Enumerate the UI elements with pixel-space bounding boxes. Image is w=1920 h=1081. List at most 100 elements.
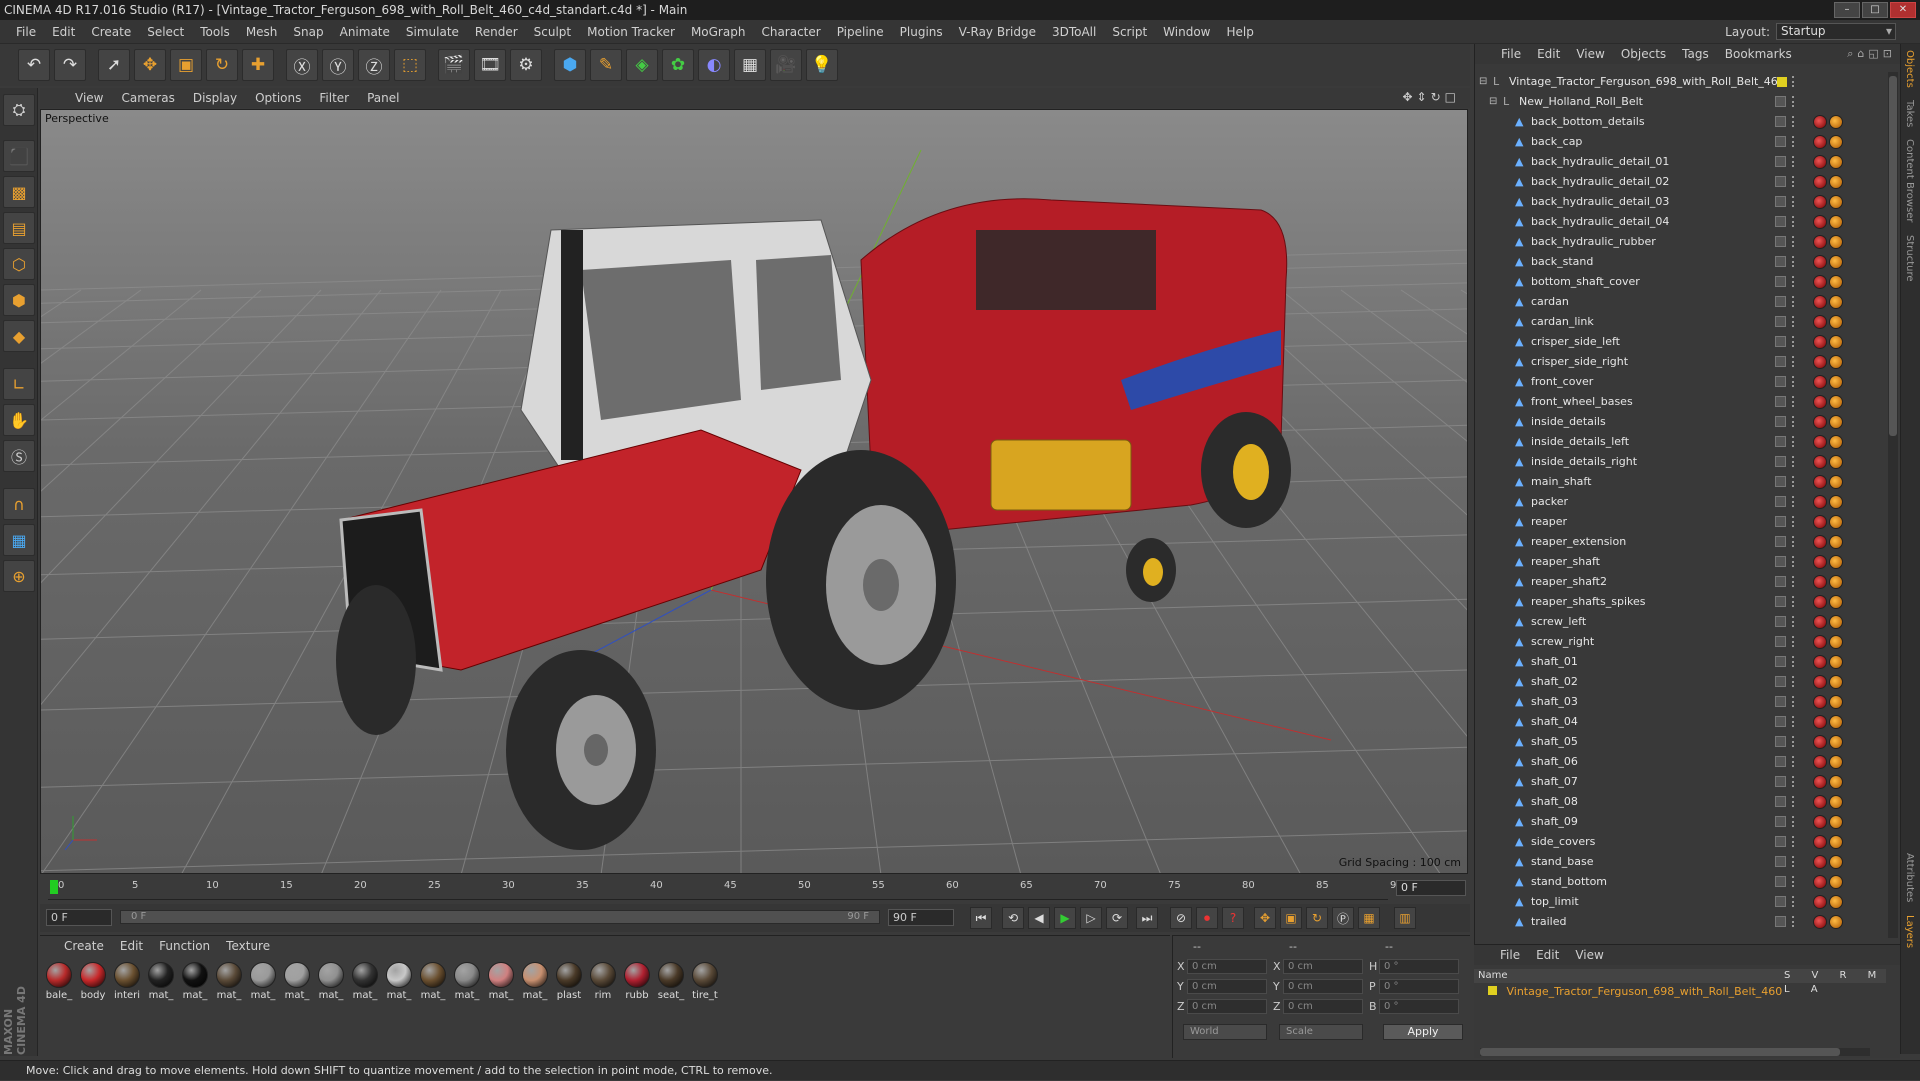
material-swatch[interactable]: rubb [622, 962, 652, 1001]
material-swatch[interactable]: seat_ [656, 962, 686, 1001]
tree-item-row[interactable]: ▲ back_hydraulic_detail_03 [1475, 192, 1887, 212]
object-menu-edit[interactable]: Edit [1529, 47, 1568, 61]
material-tag-icon[interactable] [1813, 335, 1827, 349]
side-tab-takes[interactable]: Takes [1901, 94, 1918, 133]
polygons-mode-icon[interactable]: ◆ [3, 320, 35, 352]
visibility-dots[interactable] [1792, 676, 1796, 687]
edit-check[interactable] [1775, 596, 1786, 607]
viewport-menu-filter[interactable]: Filter [310, 91, 358, 105]
menu-item-window[interactable]: Window [1155, 25, 1218, 39]
viewport-menu-cameras[interactable]: Cameras [112, 91, 183, 105]
edit-check[interactable] [1775, 896, 1786, 907]
material-swatch[interactable]: mat_ [350, 962, 380, 1001]
next-key-icon[interactable]: ⟳ [1106, 907, 1128, 929]
material-tag-icon[interactable] [1813, 795, 1827, 809]
x-axis-icon[interactable]: Ⓧ [286, 49, 318, 81]
material-swatch[interactable]: mat_ [180, 962, 210, 1001]
phong-tag-icon[interactable] [1829, 615, 1843, 629]
minimize-button[interactable]: – [1834, 2, 1860, 18]
object-menu-view[interactable]: View [1568, 47, 1612, 61]
visibility-dots[interactable] [1792, 236, 1796, 247]
visibility-dots[interactable] [1792, 616, 1796, 627]
material-tag-icon[interactable] [1813, 415, 1827, 429]
edit-check[interactable] [1775, 136, 1786, 147]
edit-check[interactable] [1775, 156, 1786, 167]
layer-menu-file[interactable]: File [1492, 948, 1528, 962]
workplane-icon[interactable]: ▤ [3, 212, 35, 244]
phong-tag-icon[interactable] [1829, 895, 1843, 909]
material-swatch[interactable]: mat_ [452, 962, 482, 1001]
tree-item-row[interactable]: ▲ shaft_02 [1475, 672, 1887, 692]
coordinate-system-icon[interactable]: ⬚ [394, 49, 426, 81]
phong-tag-icon[interactable] [1829, 455, 1843, 469]
phong-tag-icon[interactable] [1829, 435, 1843, 449]
rot-p-field[interactable]: 0 ° [1379, 979, 1459, 994]
start-frame-field[interactable]: 0 F [46, 909, 112, 926]
edit-check[interactable] [1775, 916, 1786, 927]
object-menu-objects[interactable]: Objects [1613, 47, 1674, 61]
viewport-menu-options[interactable]: Options [246, 91, 310, 105]
menu-item-sculpt[interactable]: Sculpt [526, 25, 579, 39]
phong-tag-icon[interactable] [1829, 915, 1843, 929]
layer-hscrollbar[interactable] [1480, 1048, 1870, 1056]
render-picture-viewer-icon[interactable]: 🎞 [474, 49, 506, 81]
phong-tag-icon[interactable] [1829, 555, 1843, 569]
size-x-field[interactable]: 0 cm [1283, 959, 1363, 974]
phong-tag-icon[interactable] [1829, 335, 1843, 349]
visibility-dots[interactable] [1792, 356, 1796, 367]
edit-check[interactable] [1775, 296, 1786, 307]
prev-key-icon[interactable]: ⟲ [1002, 907, 1024, 929]
phong-tag-icon[interactable] [1829, 315, 1843, 329]
phong-tag-icon[interactable] [1829, 735, 1843, 749]
material-tag-icon[interactable] [1813, 375, 1827, 389]
visibility-dots[interactable] [1792, 476, 1796, 487]
phong-tag-icon[interactable] [1829, 695, 1843, 709]
menu-item-animate[interactable]: Animate [332, 25, 398, 39]
timeline-window-icon[interactable]: ▥ [1394, 907, 1416, 929]
visibility-dots[interactable] [1792, 196, 1796, 207]
tree-item-row[interactable]: ▲ shaft_06 [1475, 752, 1887, 772]
edit-check[interactable] [1775, 316, 1786, 327]
side-tab-attributes[interactable]: Attributes [1901, 847, 1918, 908]
visibility-dots[interactable] [1792, 216, 1796, 227]
phong-tag-icon[interactable] [1829, 295, 1843, 309]
object-scrollbar[interactable] [1888, 72, 1898, 938]
tree-item-row[interactable]: ▲ reaper_shaft [1475, 552, 1887, 572]
menu-item-edit[interactable]: Edit [44, 25, 83, 39]
phong-tag-icon[interactable] [1829, 635, 1843, 649]
render-settings-icon[interactable]: ⚙ [510, 49, 542, 81]
visibility-dots[interactable] [1792, 816, 1796, 827]
cloner-icon[interactable]: ✿ [662, 49, 694, 81]
points-mode-icon[interactable]: ⬡ [3, 248, 35, 280]
phong-tag-icon[interactable] [1829, 355, 1843, 369]
visibility-dots[interactable] [1792, 416, 1796, 427]
phong-tag-icon[interactable] [1829, 195, 1843, 209]
material-swatch[interactable]: mat_ [248, 962, 278, 1001]
material-tag-icon[interactable] [1813, 235, 1827, 249]
collapse-icon[interactable]: ⊟ [1489, 92, 1497, 112]
pos-x-field[interactable]: 0 cm [1187, 959, 1267, 974]
material-swatch[interactable]: tire_t [690, 962, 720, 1001]
material-tag-icon[interactable] [1813, 275, 1827, 289]
visibility-dots[interactable] [1792, 76, 1796, 87]
tree-item-row[interactable]: ▲ back_bottom_details [1475, 112, 1887, 132]
phong-tag-icon[interactable] [1829, 375, 1843, 389]
visibility-dots[interactable] [1792, 396, 1796, 407]
record-keys-icon[interactable]: ⊘ [1170, 907, 1192, 929]
phong-tag-icon[interactable] [1829, 755, 1843, 769]
material-menu-edit[interactable]: Edit [112, 939, 151, 953]
material-tag-icon[interactable] [1813, 315, 1827, 329]
phong-tag-icon[interactable] [1829, 835, 1843, 849]
edit-check[interactable] [1775, 96, 1786, 107]
coord-system-dropdown[interactable]: World [1183, 1024, 1267, 1040]
menu-item-file[interactable]: File [8, 25, 44, 39]
viewport-menu-display[interactable]: Display [184, 91, 246, 105]
tree-item-row[interactable]: ▲ front_cover [1475, 372, 1887, 392]
collapse-icon[interactable]: ⊟ [1479, 72, 1487, 92]
pen-icon[interactable]: ✎ [590, 49, 622, 81]
material-tag-icon[interactable] [1813, 835, 1827, 849]
material-tag-icon[interactable] [1813, 195, 1827, 209]
subdivision-icon[interactable]: ◈ [626, 49, 658, 81]
render-view-icon[interactable]: 🎬 [438, 49, 470, 81]
tree-item-row[interactable]: ▲ back_hydraulic_detail_02 [1475, 172, 1887, 192]
